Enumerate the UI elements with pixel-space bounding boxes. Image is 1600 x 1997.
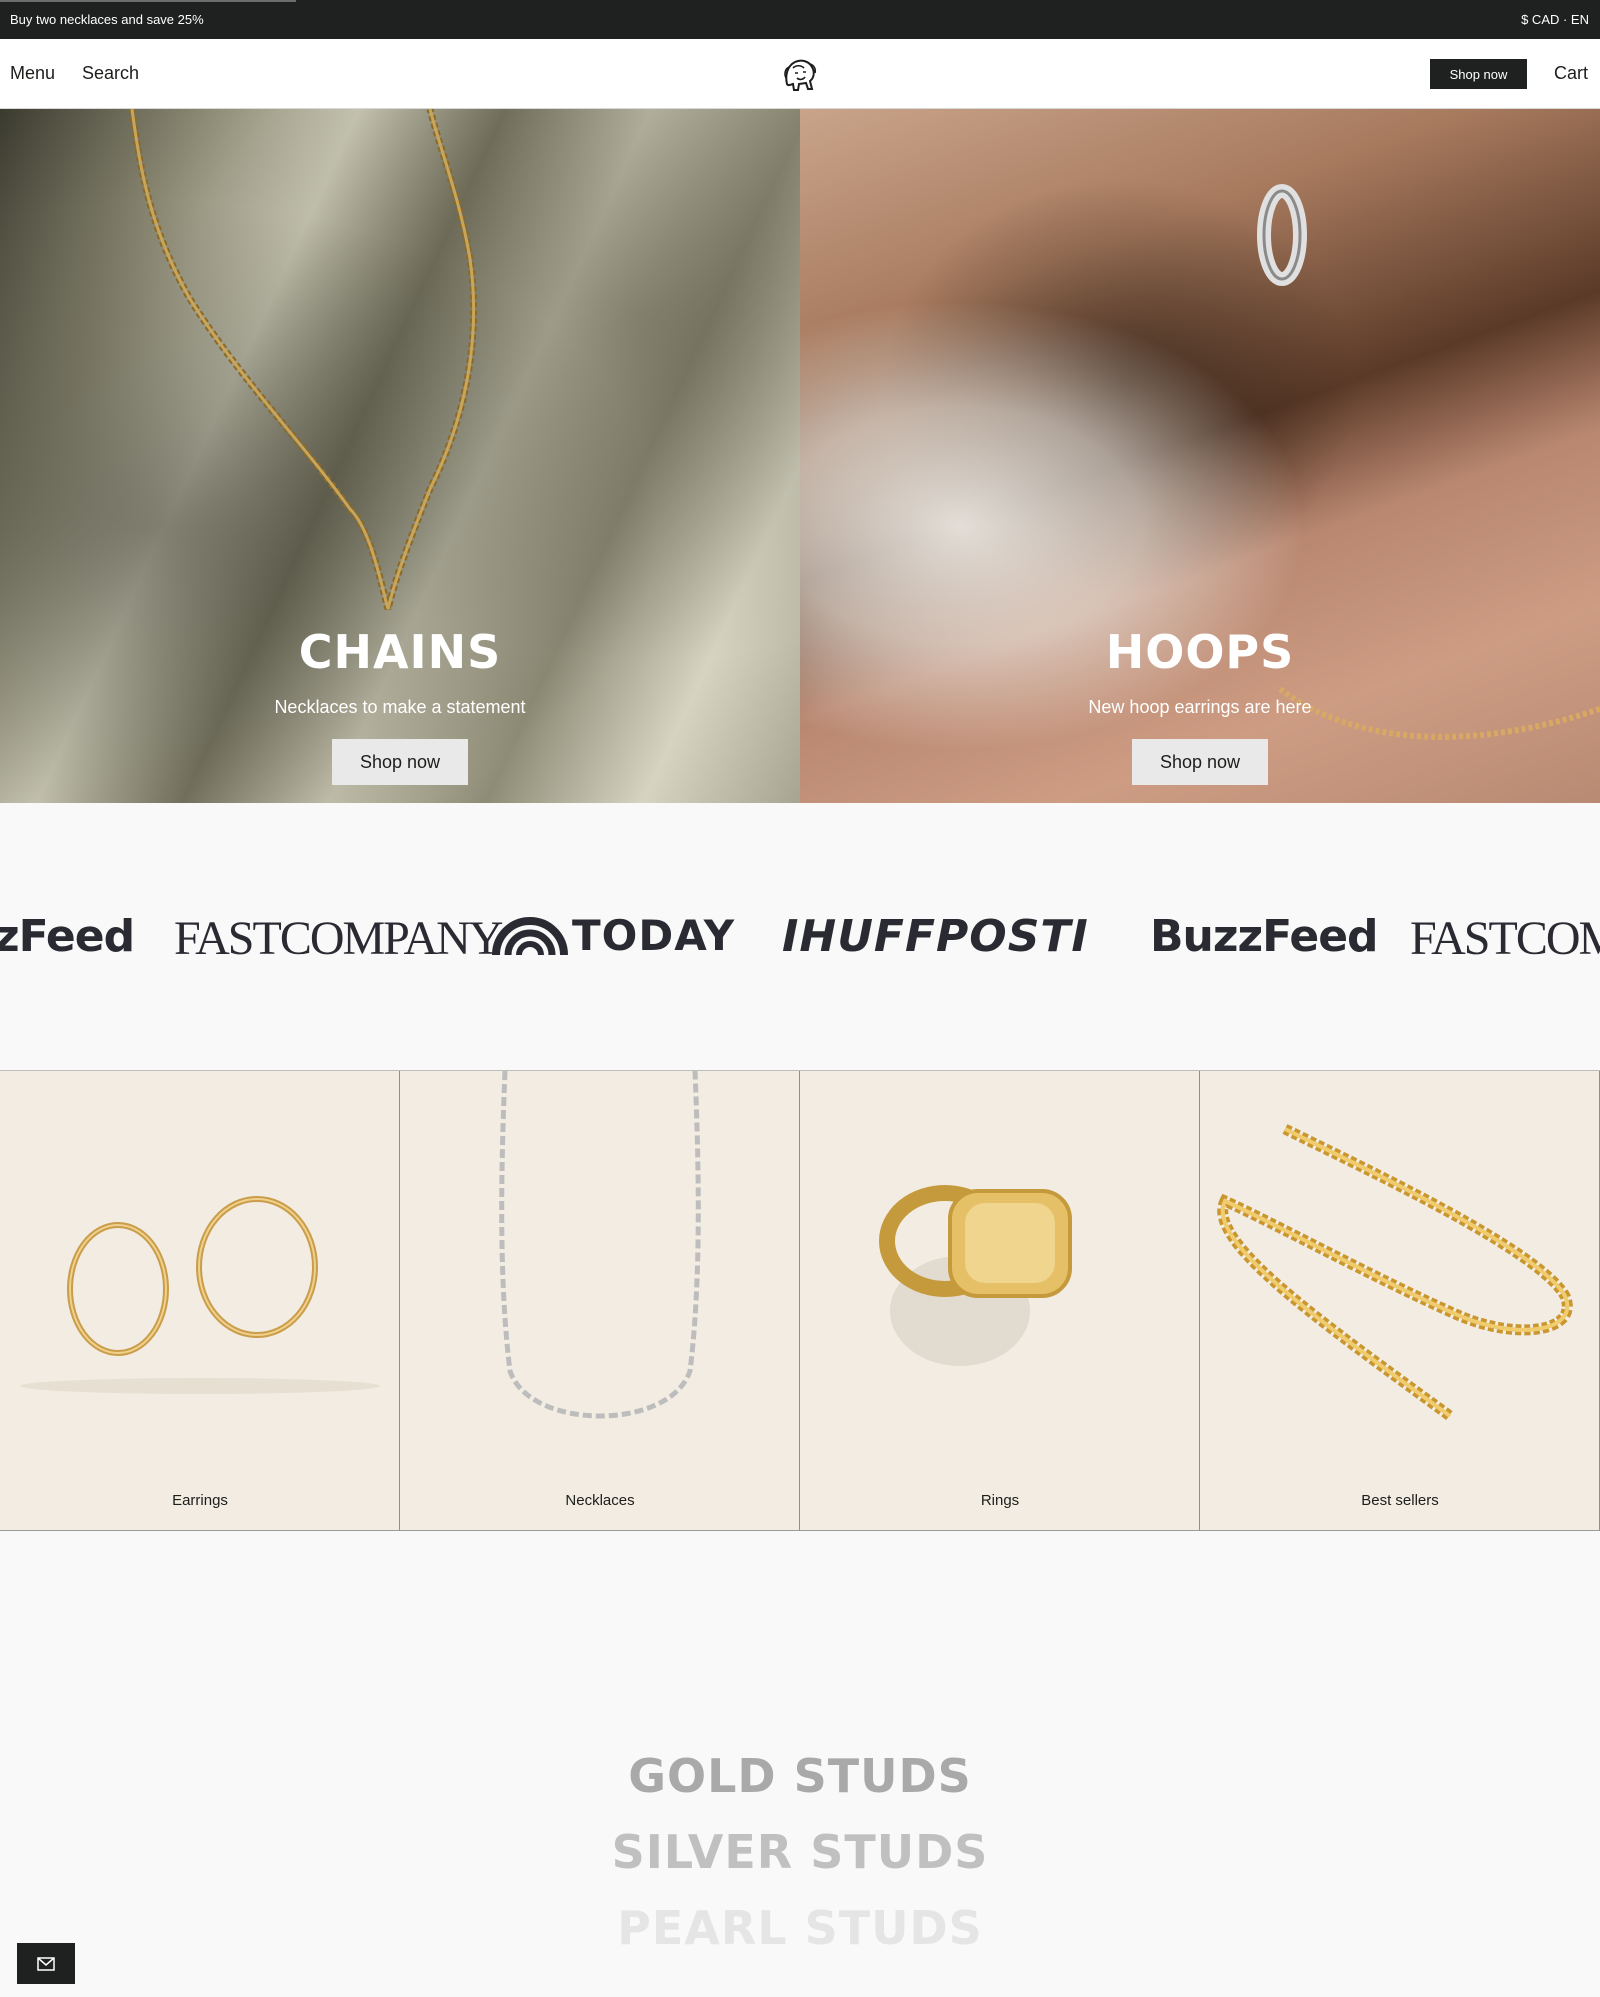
- hero-chains-panel[interactable]: CHAINS Necklaces to make a statement Sho…: [0, 109, 800, 803]
- category-grid: Earrings Necklaces Rings Best sellers: [0, 1071, 1600, 1531]
- press-logos-strip: zFeed FASTCOMPANY TODAY IHUFFPOSTI BuzzF…: [0, 803, 1600, 1071]
- search-button[interactable]: Search: [82, 63, 139, 84]
- hero-chains-subtitle: Necklaces to make a statement: [274, 697, 526, 717]
- press-logo-fastcompany: FASTCOMPANY: [174, 912, 503, 965]
- studs-pearl-link[interactable]: PEARL STUDS: [0, 1901, 1600, 1955]
- category-best-sellers-label: Best sellers: [1361, 1492, 1439, 1509]
- announcement-progress: [0, 0, 296, 2]
- lion-logo-icon[interactable]: [779, 54, 821, 96]
- press-logo-today: TODAY: [572, 911, 736, 960]
- newsletter-mail-button[interactable]: [17, 1943, 75, 1984]
- cuban-chain-image: [1217, 1124, 1573, 1421]
- category-necklaces-label: Necklaces: [565, 1492, 635, 1509]
- category-earrings[interactable]: Earrings: [0, 1071, 400, 1530]
- press-logo-buzzfeed: zFeed: [0, 911, 135, 962]
- site-header: Menu Search Shop now Cart: [0, 39, 1600, 109]
- header-shop-now-button[interactable]: Shop now: [1430, 59, 1527, 89]
- hero-hoops-title: HOOPS: [1105, 625, 1295, 679]
- earrings-image: [20, 1196, 380, 1394]
- category-necklaces[interactable]: Necklaces: [400, 1071, 800, 1530]
- cart-button[interactable]: Cart: [1554, 63, 1588, 84]
- press-logo-fastcompany-2: FASTCOMPA: [1410, 912, 1600, 965]
- necklace-image: [499, 1071, 701, 1419]
- currency-language-selector[interactable]: $ CAD · EN: [1521, 12, 1589, 27]
- category-best-sellers[interactable]: Best sellers: [1200, 1071, 1600, 1530]
- announcement-message: Buy two necklaces and save 25%: [10, 12, 204, 27]
- hero-chains-title: CHAINS: [298, 625, 502, 679]
- hero-hoops-subtitle: New hoop earrings are here: [1088, 697, 1312, 717]
- today-rainbow-icon: [492, 917, 568, 956]
- hero-hoops-panel[interactable]: HOOPS New hoop earrings are here Shop no…: [800, 109, 1600, 803]
- category-rings-label: Rings: [980, 1492, 1020, 1509]
- menu-button[interactable]: Menu: [10, 63, 55, 84]
- press-logo-buzzfeed-2: BuzzFeed: [1150, 911, 1379, 962]
- studs-section: GOLD STUDS SILVER STUDS PEARL STUDS: [0, 1531, 1600, 1997]
- press-logo-huffpost: IHUFFPOSTI: [782, 911, 1089, 962]
- studs-silver-link[interactable]: SILVER STUDS: [0, 1825, 1600, 1879]
- category-rings[interactable]: Rings: [800, 1071, 1200, 1530]
- announcement-bar: Buy two necklaces and save 25% $ CAD · E…: [0, 0, 1600, 39]
- ring-image: [879, 1185, 1072, 1366]
- hero-hoops-shop-button[interactable]: Shop now: [1132, 739, 1268, 785]
- mail-icon: [37, 1956, 55, 1971]
- hero-chains-shop-button[interactable]: Shop now: [332, 739, 468, 785]
- category-earrings-label: Earrings: [172, 1492, 228, 1509]
- studs-gold-link[interactable]: GOLD STUDS: [0, 1749, 1600, 1803]
